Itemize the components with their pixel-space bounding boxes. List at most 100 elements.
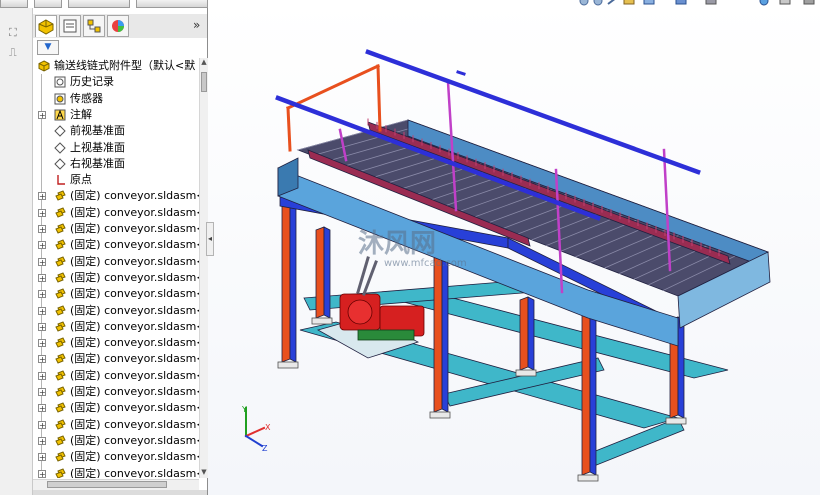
component-icon [55, 288, 66, 299]
tree-horizontal-scrollbar[interactable] [33, 479, 199, 490]
component-icon [55, 190, 66, 202]
tree-component-label: (固定) conveyor.sldasm< [70, 466, 199, 479]
origin-icon [57, 175, 65, 185]
component-icon [55, 255, 66, 267]
tree-component-label: (固定) conveyor.sldasm< [70, 433, 199, 447]
handrail-clamp [456, 70, 466, 76]
feature-manager-tab[interactable] [35, 15, 57, 37]
component-icon [55, 418, 66, 430]
expand-icon[interactable]: + [38, 290, 46, 299]
scrollbar-thumb[interactable] [47, 481, 167, 488]
display-manager-tab[interactable] [107, 15, 129, 37]
tree-component-label: (固定) conveyor.sldasm< [70, 238, 199, 252]
expand-icon[interactable]: + [38, 273, 46, 282]
tree-component-label: (固定) conveyor.sldasm< [70, 270, 199, 284]
tree-component-label: (固定) conveyor.sldasm< [70, 336, 199, 350]
bottom-tab-strip [33, 490, 207, 495]
tree-root-label: 输送线链式附件型（默认<默 [54, 59, 196, 72]
step-icon[interactable]: ⎍ [9, 46, 17, 60]
rail-frame [286, 64, 380, 110]
component-icon [55, 370, 66, 381]
axis-z-label: Z [262, 444, 268, 453]
axis-z [244, 434, 264, 448]
assembly-icon [38, 60, 50, 72]
tree-item-label: 右视基准面 [70, 156, 125, 170]
expand-icon[interactable]: + [38, 355, 46, 364]
tree-component-label: (固定) conveyor.sldasm< [70, 417, 199, 431]
property-manager-icon [63, 19, 77, 33]
tree-item-label: 原点 [70, 173, 92, 187]
expand-icon[interactable]: + [38, 436, 46, 445]
feature-manager-panel: » ▼ 输送线链式附件型（默认<默 历史记录 传感器 + 注解 前视基准面 上视基准面 右视基… [33, 8, 208, 495]
expand-icon[interactable]: + [38, 469, 46, 478]
expand-icon[interactable]: + [38, 110, 46, 119]
scroll-down-arrow-icon[interactable]: ▼ [200, 468, 208, 476]
frame-leg-side [589, 296, 597, 476]
expand-icon[interactable]: + [38, 453, 46, 462]
expand-icon[interactable]: + [38, 404, 46, 413]
tree-filter-row: ▼ [33, 38, 207, 56]
expand-icon[interactable]: + [38, 241, 46, 250]
tree-item-label: 前视基准面 [70, 124, 125, 138]
component-icon [55, 337, 66, 348]
command-tab[interactable] [0, 0, 28, 8]
filter-icon[interactable]: ▼ [37, 40, 59, 55]
rail-frame [286, 106, 292, 152]
expand-icon[interactable]: + [38, 208, 46, 217]
frame-leg [315, 226, 325, 319]
tree-item-label: 注解 [70, 107, 92, 121]
expand-icon[interactable]: + [38, 339, 46, 348]
command-tab[interactable] [34, 0, 62, 8]
tree-component-label: (固定) conveyor.sldasm< [70, 287, 199, 301]
watermark-title: 沐风网 [358, 229, 436, 259]
configuration-manager-tab[interactable] [83, 15, 105, 37]
expand-icon[interactable]: + [38, 388, 46, 397]
display-manager-icon [112, 20, 124, 32]
component-icon [55, 435, 66, 446]
motor-mount [357, 329, 415, 341]
component-icon [55, 223, 66, 234]
tree-component-label: (固定) conveyor.sldasm< [70, 303, 199, 317]
sensor-icon [54, 93, 66, 105]
part-icon[interactable]: ⛶ [9, 26, 17, 40]
expand-icon[interactable]: + [38, 371, 46, 380]
tree-component-label: (固定) conveyor.sldasm< [70, 254, 199, 268]
tree-item-label: 历史记录 [70, 75, 114, 89]
property-manager-tab[interactable] [59, 15, 81, 37]
leveling-foot [665, 417, 687, 425]
watermark-url: www.mfcad.com [384, 258, 467, 269]
expand-icon[interactable]: + [38, 306, 46, 315]
plane-icon [54, 125, 66, 137]
command-tab[interactable] [136, 0, 208, 8]
scrollbar-thumb[interactable] [201, 72, 207, 92]
frame-leg-side [527, 296, 535, 371]
leveling-foot [577, 474, 599, 482]
expand-icon[interactable]: + [38, 192, 46, 201]
tree-vertical-scrollbar[interactable]: ▲ ▼ [199, 58, 208, 478]
expand-icon[interactable]: + [38, 225, 46, 234]
expand-icon[interactable]: + [38, 420, 46, 429]
frame-leg-side [289, 202, 297, 363]
collapse-chevron-icon[interactable]: » [193, 18, 200, 32]
scroll-up-arrow-icon[interactable]: ▲ [200, 58, 208, 66]
component-icon [55, 207, 66, 218]
leveling-foot [311, 317, 333, 325]
leveling-foot [515, 369, 537, 377]
expand-icon[interactable]: + [38, 322, 46, 331]
tree-component-label: (固定) conveyor.sldasm< [70, 450, 199, 464]
tree-component-label: (固定) conveyor.sldasm< [70, 189, 199, 203]
rail-frame [376, 64, 382, 132]
gearbox-flange [347, 299, 373, 325]
tree-component-label: (固定) conveyor.sldasm< [70, 352, 199, 366]
component-icon [55, 402, 66, 413]
expand-icon[interactable]: + [38, 257, 46, 266]
axis-x-label: X [265, 423, 271, 432]
frame-leg [581, 296, 591, 476]
frame-leg [281, 202, 291, 363]
axis-y-label: Y [241, 405, 247, 414]
frame-leg-side [323, 226, 331, 319]
tree-component-label: (固定) conveyor.sldasm< [70, 222, 199, 235]
tree-item-label: 传感器 [70, 91, 103, 105]
command-tab[interactable] [68, 0, 130, 8]
annotation-icon [54, 109, 66, 121]
